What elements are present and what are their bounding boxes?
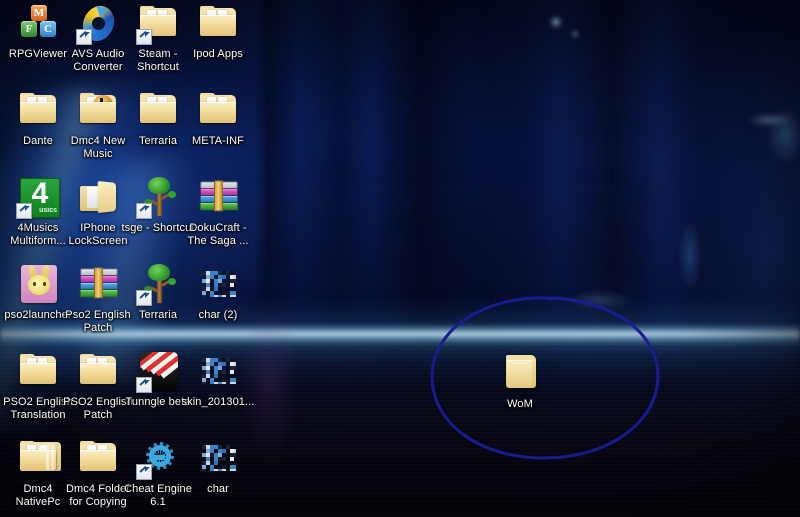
shortcut-arrow-icon (136, 29, 152, 45)
desktop-root[interactable]: M F C RPGViewer AVS Audio Converter Steam - S… (0, 0, 800, 517)
folder-music-icon (74, 89, 122, 133)
desktop-icon[interactable]: char (2) (180, 263, 256, 322)
shortcut-arrow-icon (16, 203, 32, 219)
winrar-archive-icon (74, 263, 122, 307)
folder-icon (74, 437, 122, 481)
desktop-icon[interactable]: Ipod Apps (180, 2, 256, 61)
folder-icon (134, 89, 182, 133)
winrar-archive-icon (194, 176, 242, 220)
desktop-icon-label: WoM (507, 398, 533, 410)
shortcut-arrow-icon (136, 203, 152, 219)
shortcut-arrow-icon (136, 464, 152, 480)
stacked-folder-icon (14, 437, 62, 481)
desktop-icon-label: Ipod Apps (193, 48, 243, 60)
shortcut-arrow-icon (76, 29, 92, 45)
tunngle-icon (134, 350, 182, 394)
terraria-tree-icon (134, 176, 182, 220)
image-thumbnail-icon (194, 263, 242, 307)
image-thumbnail-icon (194, 350, 242, 394)
shortcut-arrow-icon (136, 377, 152, 393)
folder-icon (194, 89, 242, 133)
desktop-icon-label: DokuCraft - The Saga ... (187, 222, 249, 247)
4musics-icon: 4 usics (14, 176, 62, 220)
mfc-blocks-icon: MFC (14, 2, 62, 46)
desktop-icon-label: META-INF (192, 135, 244, 147)
image-thumbnail-icon (194, 437, 242, 481)
terraria-tree-icon (134, 263, 182, 307)
folder-icon (134, 2, 182, 46)
desktop-icon[interactable]: META-INF (180, 89, 256, 148)
cheat-engine-icon (134, 437, 182, 481)
desktop-icon[interactable]: skin_201301... (180, 350, 256, 409)
shortcut-arrow-icon (136, 290, 152, 306)
desktop-icon-label: char (207, 483, 229, 495)
open-folder-icon (74, 176, 122, 220)
desktop-icon[interactable]: DokuCraft - The Saga ... (180, 176, 256, 247)
desktop-icon-label: skin_201301... (181, 396, 255, 408)
folder-icon (14, 350, 62, 394)
avs-swirl-icon (74, 0, 122, 48)
desktop-icon-wom[interactable]: WoM (482, 352, 558, 411)
folder-icon (496, 352, 544, 396)
folder-icon (194, 2, 242, 46)
desktop-icon[interactable]: char (180, 437, 256, 496)
desktop-icon-label: char (2) (198, 309, 238, 321)
folder-icon (14, 89, 62, 133)
pso2-character-icon (14, 263, 62, 307)
folder-icon (74, 350, 122, 394)
